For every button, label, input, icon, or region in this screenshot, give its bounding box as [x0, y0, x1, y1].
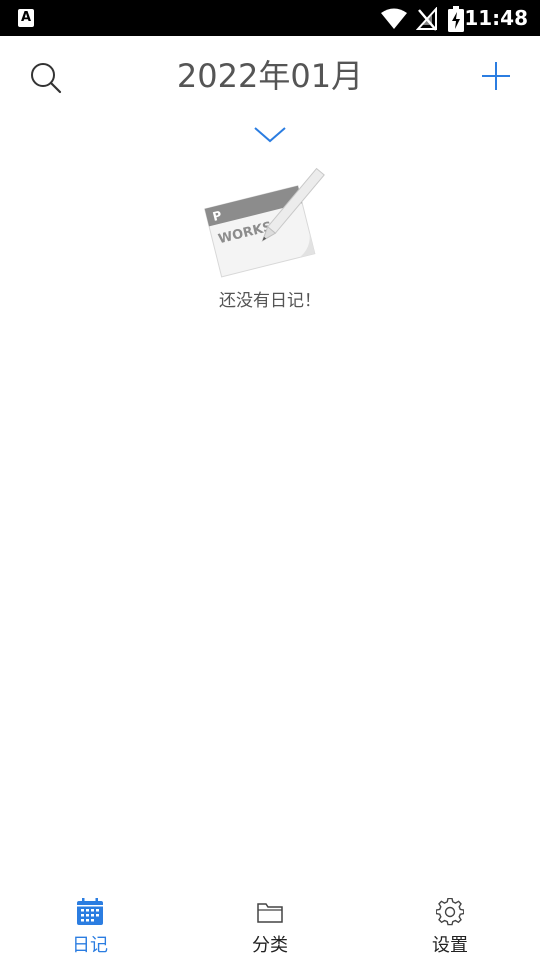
empty-diary-illustration: P WORKS	[204, 167, 325, 278]
search-icon[interactable]	[26, 58, 66, 98]
nav-label-category: 分类	[252, 935, 288, 956]
wifi-icon	[381, 8, 407, 29]
plus-icon[interactable]	[476, 56, 516, 96]
empty-message: 还没有日记！	[219, 291, 321, 311]
app-notification-letter: A	[20, 10, 32, 25]
nav-item-category[interactable]: 分类	[180, 884, 360, 960]
calendar-icon	[77, 898, 103, 925]
status-time: 11:48	[464, 6, 528, 30]
nav-label-settings: 设置	[432, 935, 468, 956]
diary-screen: A 11:48 2022年01月 P WORKS 还没有日记！ 日记 分类 设置	[0, 0, 540, 960]
battery-charging-icon	[448, 6, 464, 32]
app-notification-icon: A	[18, 9, 34, 27]
nav-item-diary[interactable]: 日记	[0, 884, 180, 960]
nav-label-diary: 日记	[72, 935, 108, 956]
month-title[interactable]: 2022年01月	[120, 54, 420, 98]
chevron-down-icon[interactable]	[250, 120, 290, 150]
header: 2022年01月	[0, 36, 540, 116]
nav-item-settings[interactable]: 设置	[360, 884, 540, 960]
no-signal-icon	[416, 7, 437, 31]
status-bar: A 11:48	[0, 0, 540, 36]
gear-icon	[436, 898, 464, 926]
folder-icon	[257, 903, 283, 923]
bottom-nav: 日记 分类 设置	[0, 884, 540, 960]
